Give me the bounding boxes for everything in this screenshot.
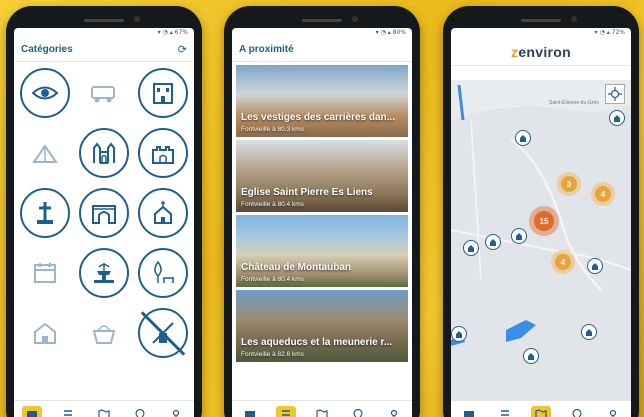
place-card[interactable]: Eglise Saint Pierre Es Liens Fontvieille… <box>236 140 408 212</box>
page-title: Catégories <box>21 44 73 55</box>
phone-nearby: ▾ ◔ ▴ 80% A proximité Les vestiges des c… <box>224 6 420 417</box>
logo-text: zenviron <box>511 43 571 60</box>
places-list: Les vestiges des carrières dan... Fontvi… <box>232 65 412 362</box>
user-icon[interactable] <box>384 406 404 417</box>
poi-pin[interactable] <box>515 130 531 146</box>
place-name: Château de Montauban <box>241 262 352 273</box>
cluster-count: 4 <box>595 186 611 202</box>
phone-categories: ▾ ◔ ▴ 67% Catégories ⟳ <box>6 6 202 417</box>
status-bar: ▾ ◔ ▴ 72% <box>594 29 625 36</box>
windmill-icon[interactable] <box>137 308 188 358</box>
poi-pin[interactable] <box>451 326 467 342</box>
map-book-icon[interactable] <box>459 406 479 417</box>
map-book-icon[interactable] <box>22 405 42 417</box>
building-icon[interactable] <box>137 68 188 118</box>
phone-camera <box>352 16 358 22</box>
camper-van-icon[interactable] <box>78 68 129 118</box>
status-bar: ▾ ◔ ▴ 67% <box>157 29 188 36</box>
cluster-count: 15 <box>534 211 554 231</box>
screen-categories: ▾ ◔ ▴ 67% Catégories ⟳ <box>14 28 194 417</box>
phone-camera <box>134 16 140 22</box>
list-icon[interactable] <box>58 406 78 417</box>
castle-icon[interactable] <box>137 128 188 178</box>
place-name: Les aqueducs et la meunerie r... <box>241 337 393 348</box>
refresh-icon[interactable]: ⟳ <box>178 43 187 56</box>
map-background <box>451 84 631 400</box>
category-grid <box>14 62 194 364</box>
basket-icon[interactable] <box>78 308 129 358</box>
house-icon[interactable] <box>20 308 71 358</box>
poi-pin[interactable] <box>581 324 597 340</box>
list-icon[interactable] <box>495 406 515 417</box>
poi-pin[interactable] <box>523 348 539 364</box>
place-distance: Fontvieille à 80.4 kms <box>241 201 304 208</box>
battery-level: 67% <box>174 29 188 36</box>
map-view[interactable]: Saint-Étienne-du-Grès 3 4 15 4 <box>451 80 631 400</box>
app-logo: zenviron <box>451 38 631 66</box>
map-cluster[interactable]: 15 <box>529 206 559 236</box>
bottom-nav <box>451 400 631 417</box>
cluster-count: 4 <box>555 254 571 270</box>
pin-icon[interactable] <box>130 406 150 417</box>
pin-icon[interactable] <box>348 406 368 417</box>
app-bar: A proximité <box>232 38 412 62</box>
app-bar: Catégories ⟳ <box>14 38 194 62</box>
place-card[interactable]: Les aqueducs et la meunerie r... Fontvie… <box>236 290 408 362</box>
pin-icon[interactable] <box>567 406 587 417</box>
calendar-icon[interactable] <box>20 248 71 298</box>
phone-speaker <box>521 19 561 22</box>
place-card[interactable]: Château de Montauban Fontvieille à 80.4 … <box>236 215 408 287</box>
locate-me-icon[interactable] <box>605 84 625 104</box>
map-icon[interactable] <box>531 405 551 417</box>
arch-gate-icon[interactable] <box>78 188 129 238</box>
map-icon[interactable] <box>94 406 114 417</box>
poi-pin[interactable] <box>511 228 527 244</box>
fountain-icon[interactable] <box>78 248 129 298</box>
place-name: Les vestiges des carrières dan... <box>241 112 395 123</box>
bottom-nav <box>14 400 194 417</box>
status-bar: ▾ ◔ ▴ 80% <box>375 29 406 36</box>
battery-level: 72% <box>611 29 625 36</box>
cross-monument-icon[interactable] <box>20 188 71 238</box>
screen-map: ▾ ◔ ▴ 72% zenviron Saint-Étienne-du-Grès… <box>451 28 631 417</box>
place-card[interactable]: Les vestiges des carrières dan... Fontvi… <box>236 65 408 137</box>
poi-pin[interactable] <box>485 234 501 250</box>
place-distance: Fontvieille à 80.3 kms <box>241 126 304 133</box>
map-cluster[interactable]: 4 <box>591 182 615 206</box>
phone-speaker <box>302 19 342 22</box>
user-icon[interactable] <box>166 406 186 417</box>
list-icon[interactable] <box>276 405 296 417</box>
battery-level: 80% <box>392 29 406 36</box>
place-distance: Fontvieille à 82.6 kms <box>241 351 304 358</box>
poi-pin[interactable] <box>609 110 625 126</box>
chapel-icon[interactable] <box>137 188 188 238</box>
phone-speaker <box>84 19 124 22</box>
phone-map: ▾ ◔ ▴ 72% zenviron Saint-Étienne-du-Grès… <box>443 6 639 417</box>
place-name: Eglise Saint Pierre Es Liens <box>241 187 373 198</box>
screen-nearby: ▾ ◔ ▴ 80% A proximité Les vestiges des c… <box>232 28 412 417</box>
place-distance: Fontvieille à 80.4 kms <box>241 276 304 283</box>
poi-pin[interactable] <box>587 258 603 274</box>
phone-camera <box>571 16 577 22</box>
tree-bench-icon[interactable] <box>137 248 188 298</box>
map-cluster[interactable]: 3 <box>557 172 581 196</box>
map-icon[interactable] <box>312 406 332 417</box>
poi-pin[interactable] <box>463 240 479 256</box>
eye-icon[interactable] <box>20 68 71 118</box>
map-book-icon[interactable] <box>240 406 260 417</box>
bottom-nav <box>232 400 412 417</box>
map-place-label: Saint-Étienne-du-Grès <box>549 100 599 106</box>
page-title: A proximité <box>239 44 294 55</box>
user-icon[interactable] <box>603 406 623 417</box>
map-cluster[interactable]: 4 <box>551 250 575 274</box>
cathedral-icon[interactable] <box>78 128 129 178</box>
camping-tent-icon[interactable] <box>20 128 71 178</box>
cluster-count: 3 <box>561 176 577 192</box>
